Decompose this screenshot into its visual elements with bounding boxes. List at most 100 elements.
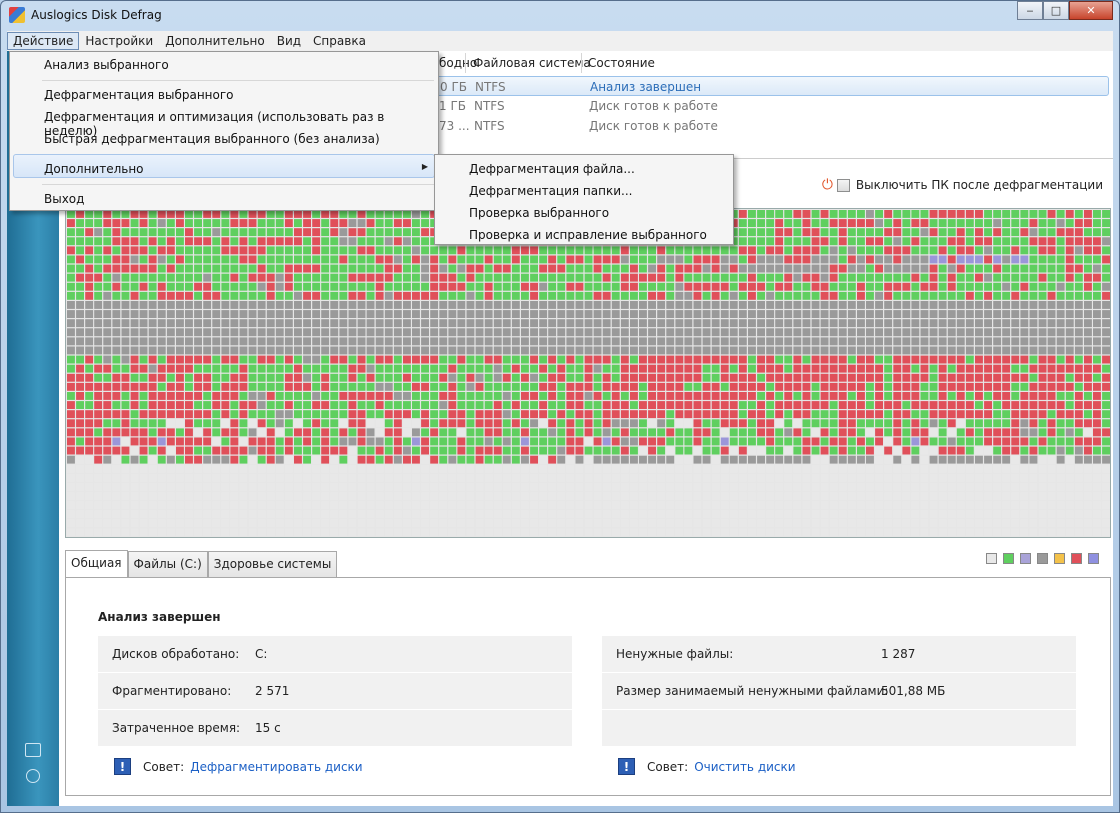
- cluster-cell: [757, 519, 765, 528]
- cluster-cell: [1102, 319, 1110, 328]
- cluster-cell: [475, 392, 484, 400]
- cluster-cell: [1020, 510, 1029, 519]
- cluster-cell: [657, 310, 666, 318]
- maximize-button[interactable]: □: [1043, 1, 1069, 20]
- cluster-cell: [548, 301, 557, 309]
- cluster-cell: [938, 291, 947, 300]
- cluster-cell: [366, 392, 375, 400]
- submenu-check-fix[interactable]: Проверка и исправление выбранного: [469, 228, 707, 242]
- menu-analyze-selected[interactable]: Анализ выбранного: [44, 58, 169, 72]
- cluster-cell: [1065, 273, 1074, 282]
- cluster-cell: [239, 382, 248, 391]
- cluster-cell: [902, 210, 911, 218]
- cluster-cell: [557, 282, 566, 291]
- diskmap-view-icon[interactable]: [25, 743, 41, 757]
- cluster-cell: [766, 346, 775, 355]
- tab-files[interactable]: Файлы (C:): [127, 551, 208, 577]
- cluster-cell: [975, 528, 983, 537]
- cluster-cell: [929, 337, 938, 346]
- menu-defrag-selected[interactable]: Дефрагментация выбранного: [44, 88, 234, 102]
- drive-row[interactable]: 1 ГБ NTFS Диск готов к работе: [429, 96, 1109, 116]
- menu-advanced[interactable]: Дополнительно: [159, 32, 271, 50]
- clean-disks-link[interactable]: Очистить диски: [694, 760, 795, 774]
- cluster-cell: [748, 310, 756, 318]
- cluster-cell: [1047, 219, 1056, 227]
- defrag-disks-link[interactable]: Дефрагментировать диски: [190, 760, 362, 774]
- cluster-cell: [666, 464, 675, 473]
- close-button[interactable]: ✕: [1069, 1, 1113, 20]
- cluster-cell: [802, 437, 811, 446]
- cluster-cell: [784, 273, 793, 282]
- cluster-cell: [230, 219, 239, 227]
- cluster-cell: [384, 328, 393, 337]
- cluster-cell: [67, 346, 75, 355]
- submenu-check-selected[interactable]: Проверка выбранного: [469, 206, 609, 220]
- cluster-cell: [702, 464, 711, 473]
- cluster-cell: [221, 328, 230, 337]
- cluster-cell: [947, 510, 956, 519]
- menu-additional[interactable]: Дополнительно: [44, 162, 144, 176]
- cluster-cell: [284, 464, 293, 473]
- cluster-cell: [384, 492, 393, 500]
- cluster-cell: [920, 373, 929, 382]
- menu-view[interactable]: Вид: [271, 32, 307, 50]
- cluster-cell: [339, 473, 348, 482]
- cluster-cell: [620, 455, 629, 464]
- cluster-cell: [938, 319, 947, 328]
- cluster-cell: [611, 492, 620, 500]
- cluster-cell: [857, 273, 865, 282]
- menu-quick-defrag[interactable]: Быстрая дефрагментация выбранного (без а…: [44, 132, 380, 146]
- submenu-defrag-file[interactable]: Дефрагментация файла...: [469, 162, 635, 176]
- cluster-cell: [484, 510, 493, 519]
- cluster-cell: [938, 392, 947, 400]
- cluster-cell: [630, 428, 638, 437]
- cluster-cell: [648, 337, 656, 346]
- cluster-cell: [312, 464, 321, 473]
- col-free[interactable]: бодно: [439, 56, 477, 70]
- cluster-cell: [757, 264, 765, 273]
- cluster-cell: [748, 446, 756, 455]
- col-state[interactable]: Состояние: [588, 56, 655, 70]
- cluster-cell: [620, 301, 629, 309]
- cluster-cell: [94, 273, 103, 282]
- cluster-cell: [212, 219, 221, 227]
- cluster-cell: [1084, 501, 1092, 510]
- tab-system-health[interactable]: Здоровье системы: [207, 551, 338, 577]
- cluster-cell: [675, 264, 684, 273]
- cluster-cell: [76, 419, 84, 428]
- cluster-cell: [366, 473, 375, 482]
- cluster-cell: [439, 510, 448, 519]
- minimize-button[interactable]: ‒: [1017, 1, 1043, 20]
- cluster-cell: [648, 446, 656, 455]
- cluster-cell: [738, 282, 747, 291]
- cluster-cell: [811, 464, 820, 473]
- submenu-defrag-folder[interactable]: Дефрагментация папки...: [469, 184, 632, 198]
- drive-row[interactable]: 0 ГБ NTFS Анализ завершен: [429, 76, 1109, 96]
- menu-action[interactable]: Действие: [7, 32, 80, 50]
- cluster-cell: [1074, 237, 1083, 246]
- cluster-cell: [729, 255, 738, 264]
- cluster-cell: [76, 392, 84, 400]
- cluster-cell: [221, 228, 230, 237]
- menu-help[interactable]: Справка: [307, 32, 372, 50]
- shutdown-option[interactable]: ⏻ Выключить ПК после дефрагментации: [822, 177, 1103, 193]
- cluster-cell: [466, 337, 475, 346]
- shutdown-checkbox[interactable]: [836, 178, 850, 192]
- menu-settings[interactable]: Настройки: [79, 32, 159, 50]
- cluster-cell: [820, 528, 829, 537]
- cluster-cell: [466, 392, 475, 400]
- clock-icon[interactable]: [26, 769, 40, 783]
- cluster-cell: [130, 528, 139, 537]
- cluster-cell: [239, 528, 248, 537]
- menu-exit[interactable]: Выход: [44, 192, 84, 206]
- cluster-cell: [620, 437, 629, 446]
- col-filesystem[interactable]: Файловая система: [473, 56, 591, 70]
- cluster-cell: [975, 373, 983, 382]
- cluster-cell: [938, 364, 947, 373]
- tab-general[interactable]: Общиая: [65, 550, 128, 577]
- cluster-cell: [875, 410, 883, 419]
- cluster-cell: [584, 328, 593, 337]
- cluster-cell: [303, 210, 311, 218]
- cluster-cell: [321, 519, 330, 528]
- drive-row[interactable]: 73 ... NTFS Диск готов к работе: [429, 116, 1109, 136]
